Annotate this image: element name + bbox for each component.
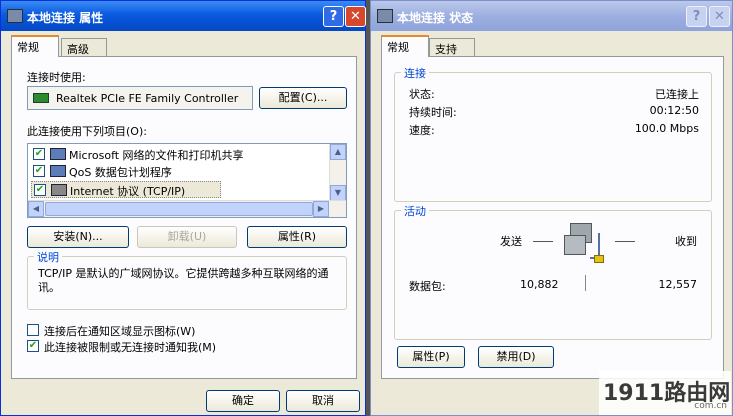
title-bar[interactable]: 本地连接 属性 ? ✕ (1, 1, 366, 31)
status-properties-button[interactable]: 属性(P) (397, 346, 465, 368)
general-panel: 连接 状态: 已连接上 持续时间: 00:12:50 速度: 100.0 Mbp… (381, 56, 724, 379)
duration-label: 持续时间: (409, 106, 457, 119)
components-list[interactable]: ✔ Microsoft 网络的文件和打印机共享 ✔ QoS 数据包计划程序 ✔ … (27, 143, 347, 218)
help-button[interactable]: ? (686, 6, 707, 27)
scroll-right-icon[interactable]: ▶ (313, 201, 329, 217)
scroll-down-icon[interactable]: ▼ (330, 185, 346, 201)
status-value: 已连接上 (655, 88, 699, 101)
ok-button[interactable]: 确定 (206, 390, 280, 412)
activity-group: 活动 发送 收到 数据包: 10,882 12,557 (394, 203, 712, 340)
protocol-icon (51, 184, 67, 196)
description-text: TCP/IP 是默认的广域网协议。它提供跨越多种互联网络的通讯。 (38, 267, 329, 294)
disable-button[interactable]: 禁用(D) (478, 346, 554, 368)
packets-label: 数据包: (409, 280, 446, 293)
connection-group: 连接 状态: 已连接上 持续时间: 00:12:50 速度: 100.0 Mbp… (394, 65, 712, 202)
properties-button[interactable]: 属性(R) (247, 226, 347, 248)
tab-general[interactable]: 常规 (11, 35, 59, 57)
network-icon (377, 9, 393, 23)
computer-icon (50, 148, 66, 160)
sent-packets: 10,882 (520, 278, 559, 291)
cancel-button[interactable]: 取消 (286, 390, 360, 412)
computer-icon (50, 165, 66, 177)
status-dialog: 本地连接 状态 ? ✕ 常规 支持 连接 状态: 已连接上 持续时间: 00:1… (370, 0, 733, 416)
connection-title: 连接 (401, 65, 429, 81)
window-title: 本地连接 属性 (27, 11, 104, 25)
checkbox[interactable]: ✔ (27, 340, 39, 352)
list-item-selected[interactable]: ✔ Internet 协议 (TCP/IP) (31, 181, 221, 198)
speed-value: 100.0 Mbps (634, 122, 699, 135)
window-title: 本地连接 状态 (397, 11, 474, 25)
adapter-box: Realtek PCIe FE Family Controller (27, 86, 253, 110)
tab-general[interactable]: 常规 (381, 35, 429, 57)
show-icon-option[interactable]: 连接后在通知区域显示图标(W) (27, 322, 347, 338)
nic-icon (33, 93, 49, 103)
title-bar[interactable]: 本地连接 状态 ? ✕ (371, 1, 732, 31)
checkbox[interactable]: ✔ (34, 184, 46, 196)
vertical-scrollbar[interactable]: ▲ ▼ (329, 144, 346, 201)
scroll-thumb[interactable] (45, 202, 313, 216)
properties-dialog: 本地连接 属性 ? ✕ 常规 高级 连接时使用: Realtek PCIe FE… (0, 0, 366, 416)
checkbox[interactable]: ✔ (33, 148, 45, 160)
items-label: 此连接使用下列项目(O): (27, 125, 147, 138)
list-item[interactable]: ✔ QoS 数据包计划程序 (31, 163, 327, 180)
sent-label: 发送 (500, 235, 522, 248)
general-panel: 连接时使用: Realtek PCIe FE Family Controller… (11, 56, 357, 379)
tab-advanced[interactable]: 高级 (61, 38, 107, 56)
scroll-left-icon[interactable]: ◀ (28, 201, 44, 217)
sent-line (533, 241, 553, 242)
install-button[interactable]: 安装(N)... (27, 226, 129, 248)
close-button[interactable]: ✕ (345, 6, 366, 27)
scroll-up-icon[interactable]: ▲ (330, 144, 346, 160)
divider (585, 275, 586, 291)
checkbox[interactable]: ✔ (33, 165, 45, 177)
network-icon (7, 9, 23, 23)
uninstall-button[interactable]: 卸载(U) (137, 226, 237, 248)
recv-line (615, 241, 635, 242)
duration-value: 00:12:50 (649, 104, 699, 117)
status-label: 状态: (409, 88, 435, 101)
description-group: 说明 TCP/IP 是默认的广域网协议。它提供跨越多种互联网络的通讯。 (27, 249, 347, 310)
list-item[interactable]: ✔ Microsoft 网络的文件和打印机共享 (31, 146, 327, 163)
notify-option[interactable]: ✔ 此连接被限制或无连接时通知我(M) (27, 338, 347, 354)
activity-title: 活动 (401, 203, 429, 219)
description-title: 说明 (34, 249, 62, 265)
configure-button[interactable]: 配置(C)... (259, 87, 347, 109)
watermark-logo: 1911路由网 com.cn (599, 371, 731, 415)
activity-computers-icon (560, 219, 610, 271)
tab-support[interactable]: 支持 (429, 38, 475, 56)
horizontal-scrollbar[interactable]: ◀ ▶ (28, 200, 346, 217)
received-packets: 12,557 (658, 278, 698, 291)
help-button[interactable]: ? (323, 6, 344, 27)
checkbox[interactable] (27, 324, 39, 336)
adapter-name: Realtek PCIe FE Family Controller (56, 92, 239, 105)
received-label: 收到 (675, 235, 697, 248)
close-button[interactable]: ✕ (709, 6, 730, 27)
connect-using-label: 连接时使用: (27, 71, 86, 84)
speed-label: 速度: (409, 124, 435, 137)
